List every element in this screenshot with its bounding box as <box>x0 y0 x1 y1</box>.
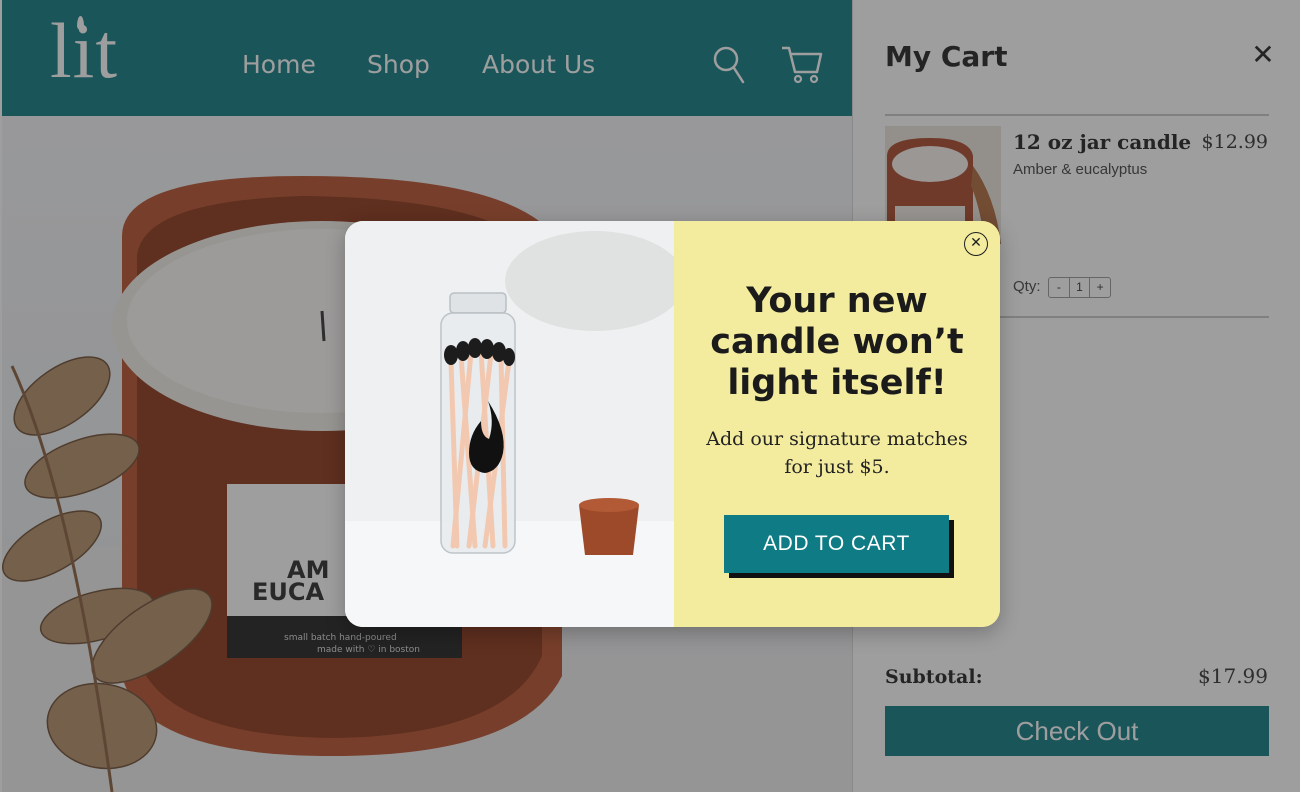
modal-body-text: Add our signature matches for just $5. <box>706 428 968 478</box>
modal-close-button[interactable]: ✕ <box>964 232 988 256</box>
modal-content: ✕ Your new candle won’t light itself! Ad… <box>674 221 1000 627</box>
modal-headline: Your new candle won’t light itself! <box>710 281 964 403</box>
add-to-cart-button[interactable]: ADD TO CART <box>724 515 949 573</box>
matches-jar-illustration <box>345 221 674 627</box>
matches-product-image <box>345 221 674 627</box>
upsell-modal: ✕ Your new candle won’t light itself! Ad… <box>345 221 1000 627</box>
